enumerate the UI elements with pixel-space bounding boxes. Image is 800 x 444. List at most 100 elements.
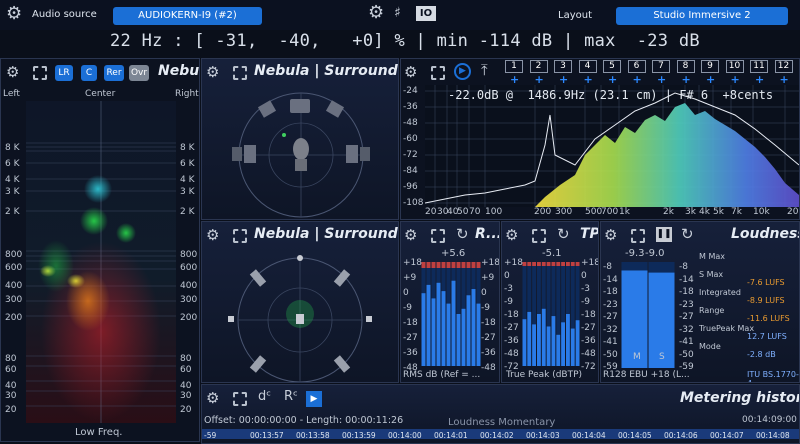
add-channel-icon[interactable]: + bbox=[755, 73, 764, 86]
channel-button-6[interactable]: 6 bbox=[627, 60, 646, 73]
fullscreen-icon[interactable] bbox=[233, 229, 247, 243]
rms-tick: +18 bbox=[481, 258, 500, 268]
fullscreen-icon[interactable] bbox=[431, 66, 445, 80]
freq-tick: 20 bbox=[5, 405, 17, 415]
fullscreen-icon[interactable] bbox=[532, 229, 546, 243]
meter-bar bbox=[570, 328, 575, 366]
rms-footer: RMS dB (Ref = ... bbox=[403, 370, 481, 380]
channel-button-12[interactable]: 12 bbox=[774, 60, 793, 73]
add-channel-icon[interactable]: + bbox=[633, 73, 642, 86]
reset-icon[interactable]: ↻ bbox=[557, 225, 570, 243]
add-channel-icon[interactable]: + bbox=[682, 73, 691, 86]
loudness-footer: R128 EBU +18 (L... bbox=[603, 370, 690, 380]
fullscreen-icon[interactable] bbox=[33, 66, 47, 80]
gear-icon[interactable]: ⚙ bbox=[404, 63, 417, 81]
low-freq-label: Low Freq. bbox=[75, 427, 123, 438]
gear-icon[interactable]: ⚙ bbox=[206, 226, 219, 244]
meter-bar bbox=[476, 303, 481, 366]
db-tick: -96 bbox=[403, 182, 418, 192]
audio-source-select[interactable]: AUDIOKERN-I9 (#2) bbox=[113, 7, 262, 25]
c-button[interactable]: C bbox=[81, 65, 97, 81]
channel-button-1[interactable]: 1 bbox=[505, 60, 523, 73]
timeline-tick: 00:14:08 bbox=[756, 431, 790, 440]
rms-tick: +9 bbox=[481, 273, 495, 283]
top-bar: ⚙ Audio source AUDIOKERN-I9 (#2) ⚙ ♯ IO … bbox=[0, 0, 800, 30]
bar-label-m: M bbox=[633, 352, 641, 362]
rms-tick: -27 bbox=[481, 333, 496, 343]
fullscreen-icon[interactable] bbox=[431, 229, 445, 243]
meter-peak bbox=[446, 262, 451, 268]
freq-tick-right: 2 K bbox=[180, 207, 195, 217]
mixer-icon[interactable]: ♯ bbox=[394, 4, 401, 22]
timeline-tick: 00:13:57 bbox=[250, 431, 284, 440]
channel-button-5[interactable]: 5 bbox=[603, 60, 621, 73]
play-icon[interactable]: ▶ bbox=[306, 391, 322, 407]
channel-button-7[interactable]: 7 bbox=[652, 60, 670, 73]
rer-button[interactable]: Rer bbox=[104, 65, 124, 81]
timeline-tick: 00:14:02 bbox=[480, 431, 514, 440]
play-icon[interactable]: ▶ bbox=[454, 63, 471, 80]
gear-icon[interactable]: ⚙ bbox=[6, 63, 19, 81]
channel-button-11[interactable]: 11 bbox=[750, 60, 768, 73]
gear-icon[interactable]: ⚙ bbox=[505, 226, 518, 244]
db-tick: -24 bbox=[403, 86, 418, 96]
add-channel-icon[interactable]: + bbox=[535, 73, 544, 86]
surround-panel-top: ⚙ Nebula | Surround ... bbox=[201, 58, 399, 220]
gear-icon[interactable]: ⚙ bbox=[206, 63, 219, 81]
freq-tick-right: 6 K bbox=[180, 159, 195, 169]
channel-button-2[interactable]: 2 bbox=[529, 60, 548, 73]
freq-tick: 40 bbox=[5, 381, 17, 391]
channel-button-3[interactable]: 3 bbox=[554, 60, 572, 73]
meter-peak bbox=[575, 262, 580, 266]
loudness-row-label: Mode bbox=[699, 342, 721, 351]
tp-tick: -36 bbox=[581, 336, 596, 346]
channel-button-10[interactable]: 10 bbox=[725, 60, 744, 73]
rms-tick: -36 bbox=[403, 348, 418, 358]
timeline-tick: 00:14:05 bbox=[618, 431, 652, 440]
freq-tick: 10k bbox=[753, 207, 770, 217]
gear-icon[interactable]: ⚙ bbox=[6, 5, 22, 23]
add-channel-icon[interactable]: + bbox=[657, 73, 666, 86]
fullscreen-icon[interactable] bbox=[233, 392, 247, 406]
lr-button[interactable]: LR bbox=[55, 65, 73, 81]
tp-tick: -36 bbox=[504, 336, 519, 346]
freq-tick-right: 40 bbox=[180, 381, 192, 391]
freq-tick: 6 K bbox=[5, 159, 20, 169]
dc-icon[interactable]: dᶜ bbox=[258, 388, 271, 406]
add-channel-icon[interactable]: + bbox=[731, 73, 740, 86]
gear-icon[interactable]: ⚙ bbox=[404, 226, 417, 244]
fullscreen-icon[interactable] bbox=[233, 66, 247, 80]
settings-icon[interactable]: ⚙ bbox=[368, 4, 384, 22]
loudness-row-value: -2.8 dB bbox=[747, 350, 776, 359]
surround-plot bbox=[232, 92, 370, 218]
freeze-icon[interactable]: ⤒ bbox=[481, 61, 488, 79]
freq-tick-right: 400 bbox=[180, 281, 198, 291]
fullscreen-icon[interactable] bbox=[631, 229, 645, 243]
loudness-tick: -18 bbox=[679, 287, 694, 297]
channel-button-9[interactable]: 9 bbox=[701, 60, 719, 73]
add-channel-icon[interactable]: + bbox=[608, 73, 617, 86]
add-channel-icon[interactable]: + bbox=[559, 73, 568, 86]
tp-tick: -9 bbox=[581, 297, 590, 307]
meter-peak bbox=[561, 262, 565, 266]
reset-icon[interactable]: ↻ bbox=[456, 225, 469, 243]
pause-icon[interactable]: ❚❚ bbox=[656, 227, 672, 242]
add-channel-icon[interactable]: + bbox=[706, 73, 715, 86]
add-channel-icon[interactable]: + bbox=[584, 73, 593, 86]
gear-icon[interactable]: ⚙ bbox=[604, 226, 617, 244]
meter-bar bbox=[431, 298, 436, 366]
add-channel-icon[interactable]: + bbox=[510, 73, 519, 86]
db-tick: -84 bbox=[403, 166, 418, 176]
channel-button-8[interactable]: 8 bbox=[676, 60, 695, 73]
layout-select[interactable]: Studio Immersive 2 bbox=[616, 7, 788, 25]
add-channel-icon[interactable]: + bbox=[780, 73, 789, 86]
surround-plot bbox=[228, 255, 372, 382]
channel-button-4[interactable]: 4 bbox=[578, 60, 597, 73]
ovr-button[interactable]: Ovr bbox=[129, 65, 149, 81]
reset-icon[interactable]: ↻ bbox=[681, 225, 694, 243]
io-icon[interactable]: IO bbox=[416, 6, 436, 21]
rc-icon[interactable]: Rᶜ bbox=[284, 388, 298, 406]
meter-bar bbox=[421, 293, 426, 366]
history-title: Metering history bbox=[680, 390, 800, 406]
gear-icon[interactable]: ⚙ bbox=[206, 389, 219, 407]
